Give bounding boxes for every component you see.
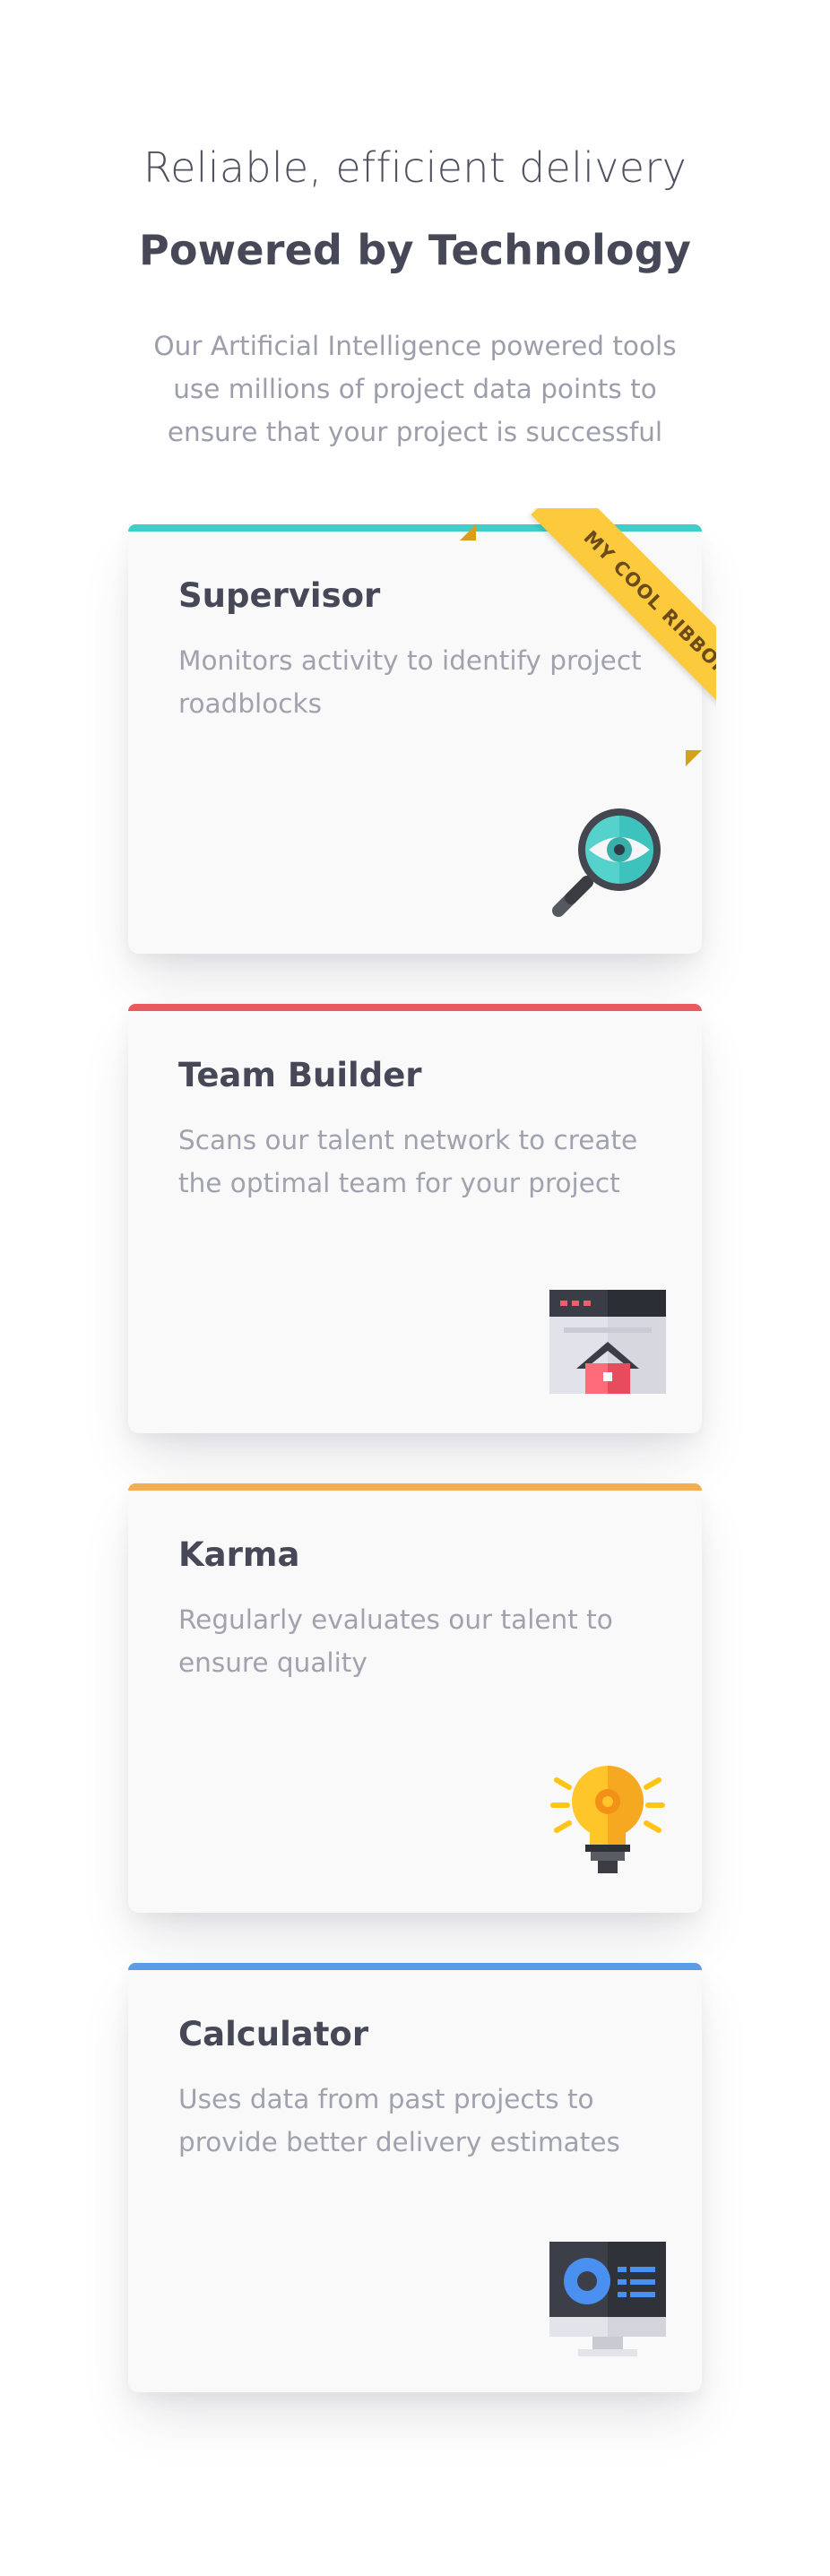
card-description: Regularly evaluates our talent to ensure… [178,1604,613,1678]
section-intro: Our Artificial Intelligence powered tool… [153,331,677,447]
card-accent-bar [128,1963,702,1970]
card-description: Scans our talent network to create the o… [178,1125,638,1198]
card-title: Karma [178,1535,300,1574]
card-description: Uses data from past projects to provide … [178,2084,620,2157]
page: Reliable, efficient delivery Powered by … [0,0,830,2576]
card-accent-bar [128,1483,702,1491]
card-accent-bar [128,524,702,532]
magnifier-eye-icon [552,808,661,917]
ribbon-fold [460,524,476,540]
monitor-dashboard-icon [549,2242,666,2356]
lightbulb-gear-icon [550,1766,665,1873]
feature-card-calculator: Calculator Uses data from past projects … [128,1963,702,2392]
ribbon-fold [686,750,702,766]
browser-house-icon [549,1290,666,1394]
card-accent-bar [128,1004,702,1011]
feature-card-supervisor: Supervisor Monitors activity to identify… [128,508,716,954]
card-title: Team Builder [178,1056,422,1094]
section-eyebrow: Reliable, efficient delivery [143,143,687,192]
card-title: Supervisor [178,576,381,615]
card-description: Monitors activity to identify project ro… [178,645,642,719]
feature-card-team-builder: Team Builder Scans our talent network to… [128,1004,702,1433]
section-title: Powered by Technology [138,226,692,274]
feature-card-karma: Karma Regularly evaluates our talent to … [128,1483,702,1913]
card-title: Calculator [178,2015,369,2053]
